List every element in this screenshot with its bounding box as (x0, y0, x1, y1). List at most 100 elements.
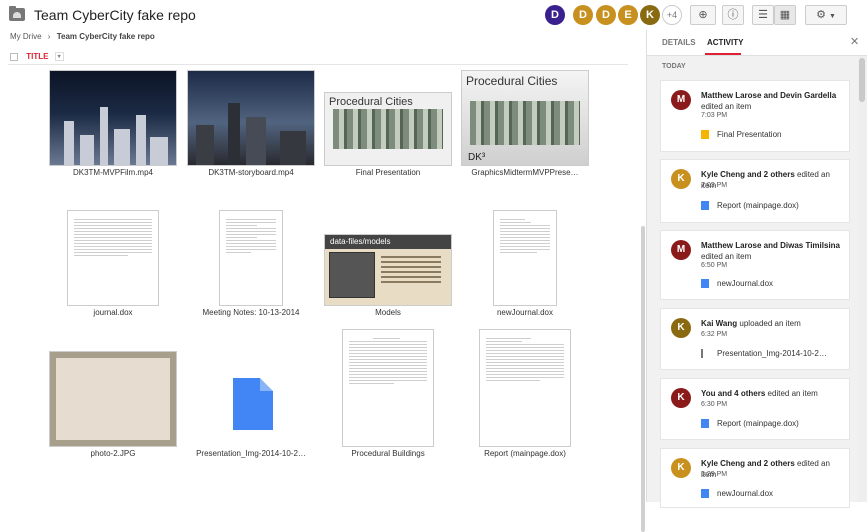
activity-card[interactable]: K Kyle Cheng and 2 others edited an item… (660, 448, 850, 508)
tab-activity[interactable]: ACTIVITY (707, 38, 743, 47)
file-item[interactable]: Procedural Buildings (323, 329, 453, 458)
file-name: photo-2.JPG (90, 449, 136, 458)
activity-file-name[interactable]: newJournal.dox (717, 489, 773, 498)
file-item[interactable]: DK3TM-MVPFilm.mp4 (48, 70, 178, 177)
slide-title: Procedural Cities (329, 96, 413, 108)
file-item[interactable]: Meeting Notes: 10-13-2014 (186, 210, 316, 317)
avatar: K (671, 169, 691, 189)
slides-icon (701, 130, 709, 139)
avatar: M (671, 90, 691, 110)
activity-time: 6:29 PM (701, 471, 728, 478)
gear-icon: ⚙ (816, 9, 826, 21)
file-name: journal.dox (93, 308, 133, 317)
file-item[interactable]: newJournal.dox (460, 210, 590, 317)
activity-card[interactable]: M Matthew Larose and Diwas Timilsina edit… (660, 230, 850, 300)
breadcrumb-current: Team CyberCity fake repo (56, 32, 155, 41)
doc-icon (701, 279, 709, 288)
panel-tabs: DETAILS ACTIVITY ✕ (647, 30, 867, 56)
activity-panel: DETAILS ACTIVITY ✕ TODAY M Matthew Laros… (646, 30, 867, 508)
file-item[interactable]: Report (mainpage.dox) (460, 329, 590, 458)
tab-details[interactable]: DETAILS (662, 38, 696, 47)
shared-folder-icon (9, 6, 25, 21)
activity-time: 6:30 PM (701, 401, 728, 408)
avatar: K (671, 388, 691, 408)
more-collaborators-badge[interactable]: +4 (662, 5, 682, 25)
file-name: Final Presentation (355, 168, 421, 177)
file-item[interactable]: data-files/models Models (323, 210, 453, 317)
grid-icon: ▦ (779, 9, 791, 21)
file-thumbnail (49, 351, 177, 447)
settings-button[interactable]: ⚙ ▼ (805, 5, 847, 25)
sort-title-label[interactable]: TITLE (26, 52, 48, 61)
file-name: Meeting Notes: 10-13-2014 (202, 308, 300, 317)
file-item[interactable]: photo-2.JPG (48, 351, 178, 458)
file-thumbnail: Procedural Cities (324, 92, 452, 166)
activity-card[interactable]: M Matthew Larose and Devin Gardella edite… (660, 80, 850, 152)
sort-menu-button[interactable]: ▾ (54, 52, 64, 62)
grid-view-button[interactable]: ▦ (774, 5, 796, 25)
file-name: Models (375, 308, 401, 317)
add-people-button[interactable]: ⊕ (690, 5, 716, 25)
file-item[interactable]: DK3TM-storyboard.mp4 (186, 70, 316, 177)
doc-icon (701, 489, 709, 498)
activity-file-name[interactable]: Final Presentation (717, 130, 781, 139)
collaborator-avatar[interactable]: D (545, 5, 565, 25)
activity-file-name[interactable]: newJournal.dox (717, 279, 773, 288)
breadcrumb-my-drive[interactable]: My Drive (10, 32, 42, 41)
file-thumbnail (219, 210, 283, 306)
activity-file-name[interactable]: Report (mainpage.dox) (717, 419, 799, 428)
activity-file-name[interactable]: Report (mainpage.dox) (717, 201, 799, 210)
sort-bar: TITLE ▾ (10, 52, 64, 62)
activity-summary: Matthew Larose and Devin Gardella edited … (701, 91, 837, 111)
activity-card[interactable]: K Kai Wang uploaded an item 6:32 PM Pres… (660, 308, 850, 370)
file-name: Presentation_Img-2014-10-2… (196, 449, 306, 458)
breadcrumb: My Drive › Team CyberCity fake repo (10, 32, 155, 41)
file-thumbnail (342, 329, 434, 447)
doc-icon (701, 419, 709, 428)
file-item[interactable]: journal.dox (48, 210, 178, 317)
file-thumbnail (49, 70, 177, 166)
panel-scrollbar[interactable] (858, 56, 866, 502)
activity-file-name[interactable]: Presentation_Img-2014-10-2… (717, 349, 827, 358)
list-view-button[interactable]: ☰ (752, 5, 774, 25)
info-icon: ⓘ (727, 9, 739, 21)
collaborator-avatar[interactable]: D (573, 5, 593, 25)
file-thumbnail (67, 210, 159, 306)
activity-time: 7:03 PM (701, 112, 728, 119)
activity-summary: You and 4 others edited an item (701, 389, 818, 398)
collaborator-avatar[interactable]: E (618, 5, 638, 25)
activity-time: 6:50 PM (701, 262, 728, 269)
doc-icon (701, 201, 709, 210)
file-thumbnail (493, 210, 557, 306)
breadcrumb-separator: › (47, 32, 51, 41)
generic-file-icon[interactable] (233, 378, 273, 430)
list-icon: ☰ (758, 9, 768, 21)
file-name: Report (mainpage.dox) (484, 449, 566, 458)
file-name: DK3TM-storyboard.mp4 (208, 168, 294, 177)
file-thumbnail (187, 70, 315, 166)
chevron-down-icon: ▼ (829, 13, 836, 20)
avatar: K (671, 458, 691, 478)
file-thumbnail (479, 329, 571, 447)
file-item[interactable]: Procedural Cities Final Presentation (323, 70, 453, 177)
activity-time: 7:03 PM (701, 182, 728, 189)
file-name: GraphicsMidtermMVPPrese… (471, 168, 579, 177)
header-divider (8, 64, 628, 65)
folder-title: Team CyberCity fake repo (34, 7, 196, 23)
activity-summary: Kai Wang uploaded an item (701, 319, 801, 328)
select-all-checkbox[interactable] (10, 52, 18, 61)
details-button[interactable]: ⓘ (722, 5, 744, 25)
file-icon (701, 349, 709, 358)
add-person-icon: ⊕ (698, 9, 708, 21)
slide-title: data-files/models (325, 235, 451, 249)
file-item[interactable]: Procedural Cities DK³ GraphicsMidtermMVP… (460, 70, 590, 177)
activity-card[interactable]: K You and 4 others edited an item 6:30 P… (660, 378, 850, 440)
close-icon[interactable]: ✕ (850, 35, 859, 48)
collaborator-avatar[interactable]: K (640, 5, 660, 25)
activity-card[interactable]: K Kyle Cheng and 2 others edited an item… (660, 159, 850, 223)
file-thumbnail: Procedural Cities DK³ (461, 70, 589, 166)
file-thumbnail: data-files/models (324, 234, 452, 306)
file-name: newJournal.dox (496, 308, 554, 317)
collaborator-avatar[interactable]: D (596, 5, 616, 25)
file-name: DK3TM-MVPFilm.mp4 (72, 168, 153, 177)
